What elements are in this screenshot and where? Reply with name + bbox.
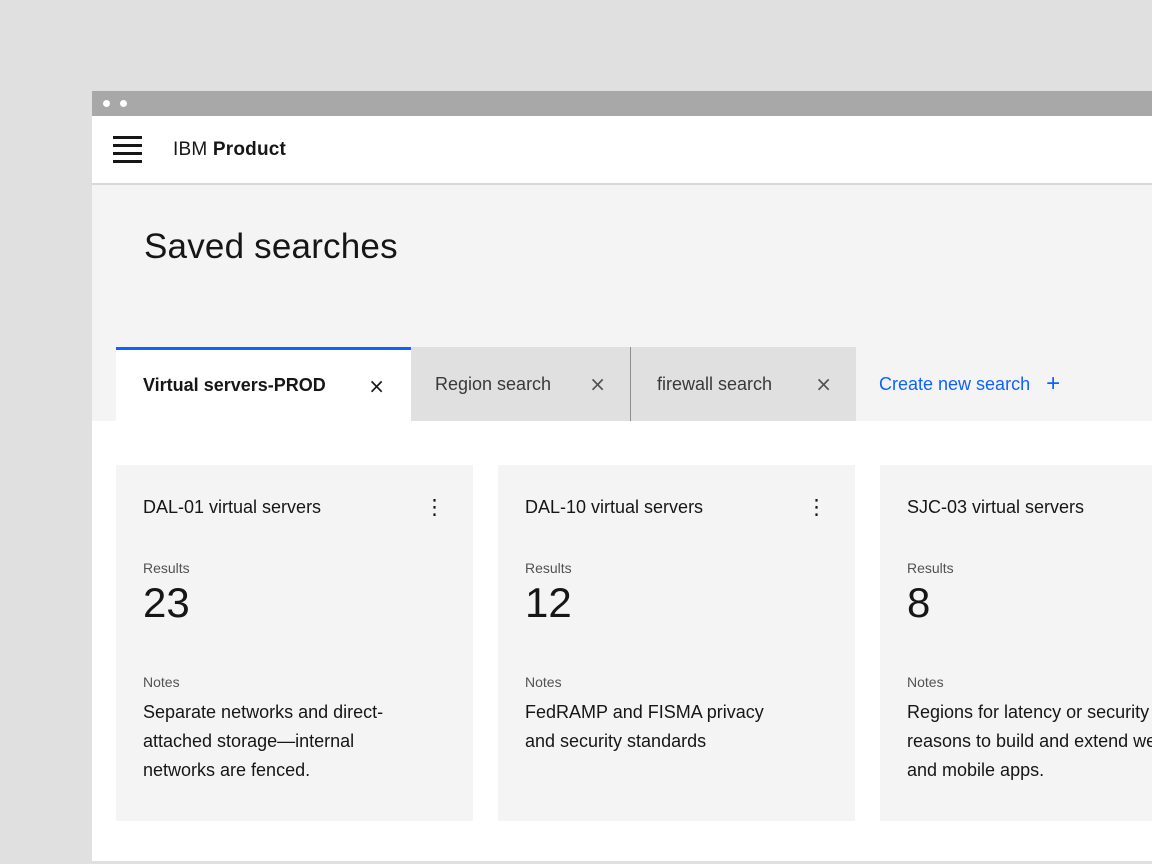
page-header-section: Saved searches xyxy=(92,185,1152,347)
overflow-menu-icon[interactable]: ⋮ xyxy=(802,498,831,518)
tab-firewall-search[interactable]: firewall search × xyxy=(630,347,856,421)
saved-search-card: DAL-10 virtual servers ⋮ Results 12 Note… xyxy=(498,465,855,821)
close-icon[interactable]: × xyxy=(815,374,832,394)
saved-search-card: SJC-03 virtual servers ⋮ Results 8 Notes… xyxy=(880,465,1152,821)
saved-search-card: DAL-01 virtual servers ⋮ Results 23 Note… xyxy=(116,465,473,821)
notes-label: Notes xyxy=(143,674,449,690)
create-new-search-label: Create new search xyxy=(879,374,1030,395)
notes-text: Separate networks and direct-attached st… xyxy=(143,698,405,785)
close-icon[interactable]: × xyxy=(368,376,385,396)
notes-label: Notes xyxy=(907,674,1152,690)
card-title: DAL-01 virtual servers xyxy=(143,497,321,518)
overflow-menu-icon[interactable]: ⋮ xyxy=(420,498,449,518)
hamburger-menu-button[interactable] xyxy=(113,136,142,163)
results-label: Results xyxy=(143,560,449,576)
menu-icon xyxy=(113,136,142,139)
notes-text: Regions for latency or security reasons … xyxy=(907,698,1152,785)
results-value: 12 xyxy=(525,580,831,626)
card-title: DAL-10 virtual servers xyxy=(525,497,703,518)
results-value: 23 xyxy=(143,580,449,626)
notes-text: FedRAMP and FISMA privacy and security s… xyxy=(525,698,787,756)
brand-name: Product xyxy=(213,139,286,160)
create-new-search-button[interactable]: Create new search + xyxy=(879,347,1060,421)
notes-label: Notes xyxy=(525,674,831,690)
tab-virtual-servers-prod[interactable]: Virtual servers-PROD × xyxy=(116,347,411,421)
tab-bar: Virtual servers-PROD × Region search × f… xyxy=(92,347,1152,421)
window-control-dot-icon xyxy=(103,100,110,107)
plus-icon: + xyxy=(1046,372,1060,396)
results-label: Results xyxy=(907,560,1152,576)
results-label: Results xyxy=(525,560,831,576)
brand-title: IBM Product xyxy=(173,139,286,161)
window-control-dot-icon xyxy=(120,100,127,107)
browser-window: IBM Product Saved searches Virtual serve… xyxy=(92,91,1152,861)
close-icon[interactable]: × xyxy=(589,374,606,394)
tab-label: firewall search xyxy=(657,374,772,395)
window-titlebar xyxy=(92,91,1152,116)
saved-searches-grid: DAL-01 virtual servers ⋮ Results 23 Note… xyxy=(92,421,1152,861)
brand-prefix: IBM xyxy=(173,139,207,160)
page-title: Saved searches xyxy=(144,227,1152,267)
tab-label: Virtual servers-PROD xyxy=(143,375,326,396)
results-value: 8 xyxy=(907,580,1152,626)
card-title: SJC-03 virtual servers xyxy=(907,497,1084,518)
app-header: IBM Product xyxy=(92,116,1152,185)
tab-label: Region search xyxy=(435,374,551,395)
tab-region-search[interactable]: Region search × xyxy=(411,347,630,421)
